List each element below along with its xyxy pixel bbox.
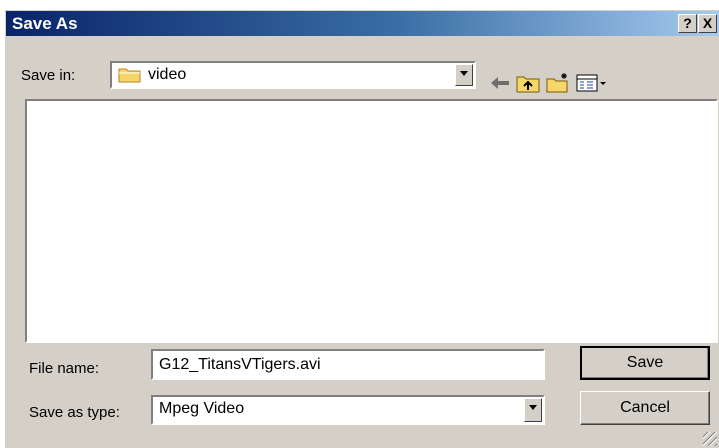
title-bar[interactable]: Save As ? X xyxy=(6,11,719,36)
resize-grip[interactable] xyxy=(703,432,717,446)
file-list[interactable] xyxy=(25,99,718,343)
help-button[interactable]: ? xyxy=(678,14,697,33)
save-in-dropdown-arrow[interactable] xyxy=(455,64,473,86)
save-as-type-value: Mpeg Video xyxy=(159,400,245,417)
save-in-value: video xyxy=(148,66,187,83)
file-name-label: File name: xyxy=(29,360,100,377)
folder-icon xyxy=(118,68,141,83)
up-folder-icon[interactable] xyxy=(515,72,541,94)
save-button[interactable]: Save xyxy=(580,346,710,380)
save-in-dropdown[interactable]: video xyxy=(110,61,476,89)
new-folder-icon[interactable] xyxy=(545,72,571,94)
save-as-type-dropdown-arrow[interactable] xyxy=(524,398,542,422)
save-in-label: Save in: xyxy=(21,67,76,84)
file-name-input[interactable] xyxy=(151,349,545,380)
save-as-type-dropdown[interactable]: Mpeg Video xyxy=(151,395,545,425)
save-as-type-label: Save as type: xyxy=(29,404,120,421)
back-arrow-icon[interactable] xyxy=(487,72,513,94)
save-as-dialog: Save As ? X Save in: video File name: Sa… xyxy=(4,9,719,448)
window-title: Save As xyxy=(12,14,78,33)
cancel-button[interactable]: Cancel xyxy=(580,391,710,425)
views-menu-icon[interactable] xyxy=(575,72,607,94)
close-button[interactable]: X xyxy=(698,14,717,33)
